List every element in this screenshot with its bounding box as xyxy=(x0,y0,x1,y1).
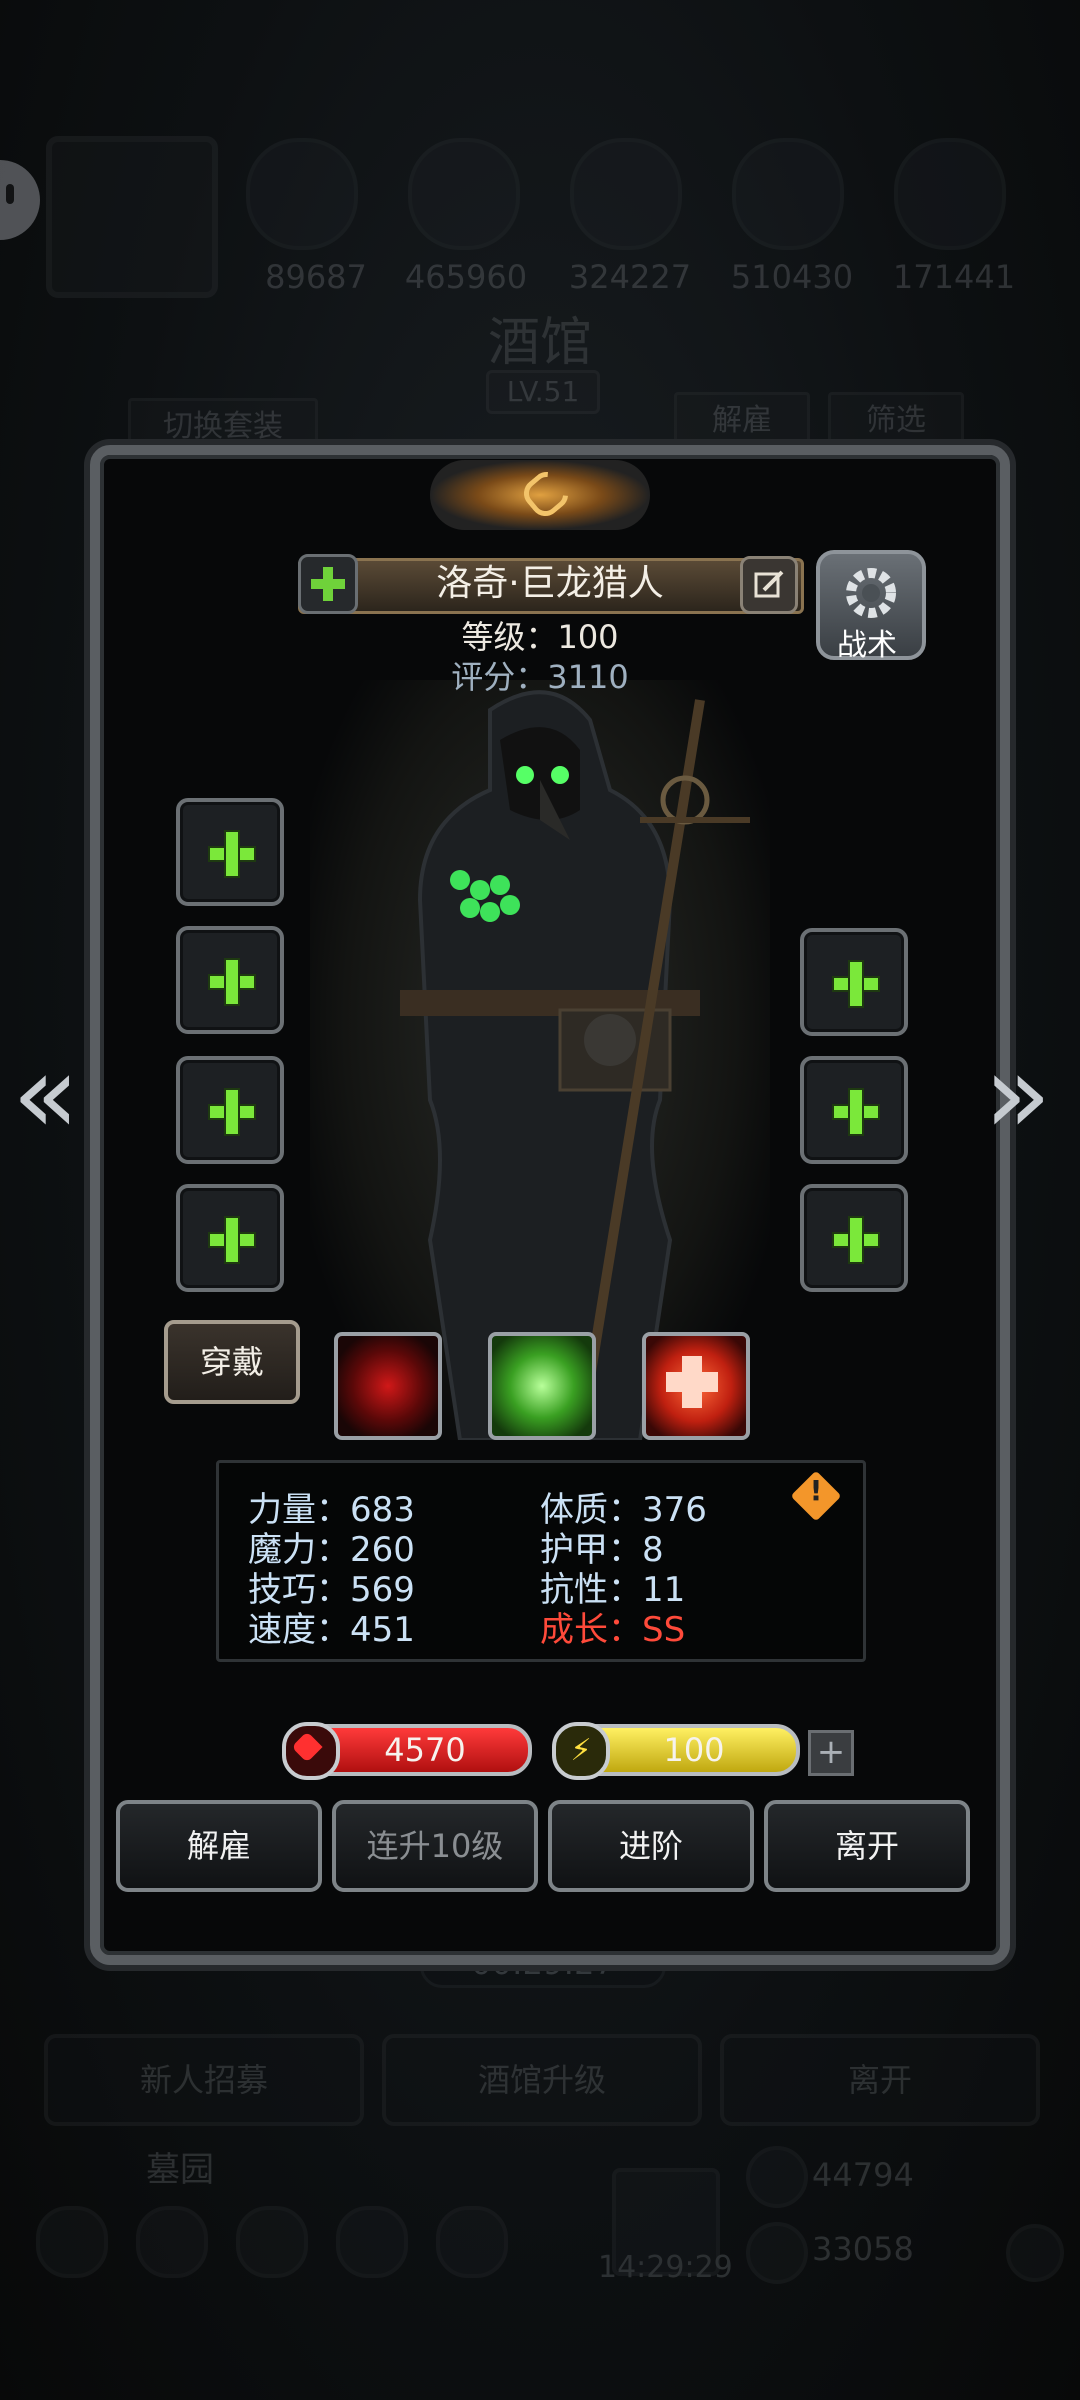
hero-figure xyxy=(400,690,750,1440)
recruit-button[interactable]: 新人招募 xyxy=(44,2034,364,2126)
resource-value: 171441 xyxy=(892,258,1016,296)
leave-button[interactable]: 离开 xyxy=(764,1800,970,1892)
equip-slot[interactable] xyxy=(176,1184,284,1292)
cemetery-label: 墓园 xyxy=(146,2150,214,2190)
add-hero-button[interactable] xyxy=(298,554,358,614)
bottom-timer: 14:29:29 xyxy=(598,2250,733,2285)
gem-icon xyxy=(746,2222,808,2284)
filter-button[interactable]: 筛选 xyxy=(828,392,964,450)
advance-button[interactable]: 进阶 xyxy=(548,1800,754,1892)
iron-icon xyxy=(894,138,1006,250)
tactics-label: 战术 xyxy=(837,628,897,663)
resource-value: 465960 xyxy=(404,258,528,296)
stone-icon xyxy=(570,138,682,250)
tavern-dismiss-button[interactable]: 解雇 xyxy=(674,392,810,450)
hp-value: 4570 xyxy=(384,1731,466,1769)
wood-icon xyxy=(408,138,520,250)
rune-slot[interactable] xyxy=(800,1056,908,1164)
stat-speed: 速度：451 xyxy=(248,1610,415,1650)
energy-value: 100 xyxy=(663,1731,725,1769)
armor-slot[interactable] xyxy=(176,926,284,1034)
add-currency-icon[interactable] xyxy=(1006,2224,1064,2282)
resource-value: 510430 xyxy=(730,258,854,296)
crystal-icon xyxy=(732,138,844,250)
menu-icon[interactable] xyxy=(36,2206,108,2278)
ore-icon xyxy=(246,138,358,250)
level-up-10-button[interactable]: 连升10级 xyxy=(332,1800,538,1892)
poison-skill-icon[interactable] xyxy=(488,1332,596,1440)
hero-name: 洛奇·巨龙猎人 xyxy=(436,563,664,604)
gear-icon xyxy=(846,568,896,618)
menu-icon[interactable] xyxy=(236,2206,308,2278)
resource-value: 89687 xyxy=(265,258,367,296)
gem-value: 33058 xyxy=(812,2230,914,2268)
target-skill-icon[interactable] xyxy=(334,1332,442,1440)
tavern-title: 酒馆 xyxy=(487,313,592,373)
tavern-leave-button[interactable]: 离开 xyxy=(720,2034,1040,2126)
wear-button[interactable]: 穿戴 xyxy=(164,1320,300,1404)
rune-slot[interactable] xyxy=(800,1184,908,1292)
tavern-level: LV.51 xyxy=(486,370,600,414)
hero-score: 评分：3110 xyxy=(451,658,629,696)
edit-icon xyxy=(754,570,784,598)
next-hero-arrow-icon[interactable]: » xyxy=(984,1030,1051,1158)
dismiss-hero-button[interactable]: 解雇 xyxy=(116,1800,322,1892)
menu-icon[interactable] xyxy=(136,2206,208,2278)
add-energy-button[interactable]: + xyxy=(808,1730,854,1776)
weapon-slot[interactable] xyxy=(176,798,284,906)
menu-icon[interactable] xyxy=(436,2206,508,2278)
player-avatar[interactable] xyxy=(46,136,218,298)
edit-name-button[interactable] xyxy=(740,556,798,614)
tavern-upgrade-button[interactable]: 酒馆升级 xyxy=(382,2034,702,2126)
stat-growth: 成长：SS xyxy=(540,1610,686,1650)
heal-skill-icon[interactable] xyxy=(642,1332,750,1440)
gold-value: 44794 xyxy=(812,2156,914,2194)
equip-slot[interactable] xyxy=(176,1056,284,1164)
prev-hero-arrow-icon[interactable]: « xyxy=(12,1030,79,1158)
gold-icon xyxy=(746,2146,808,2208)
warning-mark: ! xyxy=(809,1474,823,1507)
menu-icon[interactable] xyxy=(336,2206,408,2278)
accessory-slot[interactable] xyxy=(800,928,908,1036)
resource-value: 324227 xyxy=(568,258,692,296)
